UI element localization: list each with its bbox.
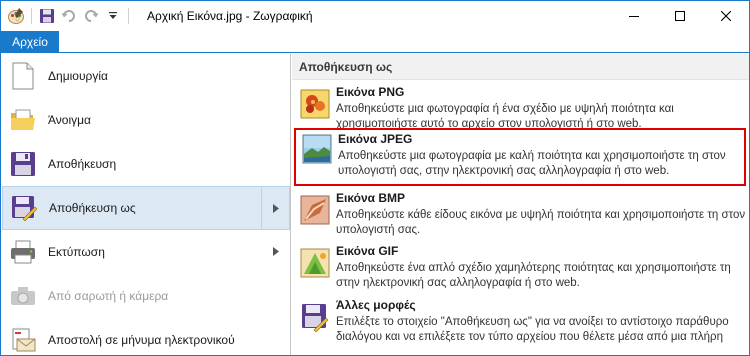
printer-icon <box>9 238 37 266</box>
menu-item-from-scanner: Από σαρωτή ή κάμερα <box>2 274 290 318</box>
menu-item-label: Αποθήκευση ως <box>49 201 136 215</box>
menu-item-open[interactable]: Άνοιγμα <box>2 98 290 142</box>
email-icon <box>9 326 37 354</box>
format-gif[interactable]: Εικόνα GIF Αποθηκεύστε ένα απλό σχέδιο χ… <box>292 244 749 298</box>
paint-palette-icon[interactable] <box>7 7 25 25</box>
folder-open-icon <box>9 106 37 134</box>
close-button[interactable] <box>703 1 749 31</box>
format-title: Εικόνα GIF <box>336 244 399 258</box>
maximize-icon <box>675 11 685 21</box>
toolbar-separator <box>31 8 32 24</box>
minimize-icon <box>629 16 639 17</box>
submenu-arrow[interactable] <box>261 187 289 229</box>
submenu-arrow[interactable] <box>262 230 290 272</box>
menu-item-label: Άνοιγμα <box>48 113 91 127</box>
floppy-icon <box>9 150 37 178</box>
save-as-icon <box>10 194 38 222</box>
dropdown-arrow-icon[interactable] <box>104 7 122 25</box>
floppy-icon[interactable] <box>38 7 56 25</box>
paint-window: Αρχική Εικόνα.jpg - Ζωγραφική Αρχείο Δημ… <box>0 0 750 356</box>
ribbon-tab-strip <box>59 31 749 53</box>
undo-icon[interactable] <box>60 7 78 25</box>
save-as-panel: Αποθήκευση ως Εικόνα PNG Αποθηκεύστε μια… <box>292 54 749 355</box>
menu-item-save[interactable]: Αποθήκευση <box>2 142 290 186</box>
bmp-image-icon <box>300 195 330 225</box>
format-description: Επιλέξτε το στοιχείο "Αποθήκευση ως" για… <box>336 316 729 343</box>
format-description: Αποθηκεύστε κάθε είδους εικόνα με υψηλή … <box>336 209 746 236</box>
menu-item-send-email[interactable]: Αποστολή σε μήνυμα ηλεκτρονικού <box>2 318 290 356</box>
format-bmp[interactable]: Εικόνα BMP Αποθηκεύστε κάθε είδους εικόν… <box>292 191 749 245</box>
camera-icon <box>9 282 37 310</box>
menu-item-print[interactable]: Εκτύπωση <box>2 230 290 274</box>
format-description: Αποθηκεύστε ένα απλό σχέδιο χαμηλότερης … <box>336 262 731 289</box>
png-image-icon <box>300 89 330 119</box>
file-tab[interactable]: Αρχείο <box>1 31 59 53</box>
menu-item-save-as[interactable]: Αποθήκευση ως <box>2 186 290 230</box>
chevron-right-icon <box>273 246 279 256</box>
new-document-icon <box>9 62 37 90</box>
format-title: Άλλες μορφές <box>336 298 416 312</box>
format-title: Εικόνα PNG <box>336 85 405 99</box>
maximize-button[interactable] <box>657 1 703 31</box>
menu-item-label: Δημιουργία <box>48 69 108 83</box>
close-icon <box>721 11 731 21</box>
menu-item-label: Εκτύπωση <box>48 245 105 259</box>
format-description: Αποθηκεύστε μια φωτογραφία με καλή ποιότ… <box>338 150 726 177</box>
redo-icon[interactable] <box>82 7 100 25</box>
panel-heading: Αποθήκευση ως <box>292 54 749 80</box>
title-bar: Αρχική Εικόνα.jpg - Ζωγραφική <box>1 1 749 31</box>
menu-item-label: Αποθήκευση <box>48 157 117 171</box>
menu-item-new[interactable]: Δημιουργία <box>2 54 290 98</box>
file-menu: Δημιουργία Άνοιγμα Αποθήκευση Αποθήκευση… <box>1 54 291 355</box>
other-formats-icon <box>300 302 330 333</box>
menu-item-label: Αποστολή σε μήνυμα ηλεκτρονικού <box>48 333 235 347</box>
gif-image-icon <box>300 248 330 278</box>
format-jpeg[interactable]: Εικόνα JPEG Αποθηκεύστε μια φωτογραφία μ… <box>294 128 746 186</box>
format-title: Εικόνα JPEG <box>338 132 413 146</box>
format-other[interactable]: Άλλες μορφές Επιλέξτε το στοιχείο "Αποθή… <box>292 298 749 352</box>
window-title: Αρχική Εικόνα.jpg - Ζωγραφική <box>147 9 313 23</box>
minimize-button[interactable] <box>611 1 657 31</box>
toolbar-separator <box>128 8 129 24</box>
chevron-right-icon <box>272 203 279 213</box>
format-title: Εικόνα BMP <box>336 191 406 205</box>
jpeg-image-icon <box>302 134 332 164</box>
menu-item-label: Από σαρωτή ή κάμερα <box>48 289 169 303</box>
quick-access-toolbar <box>7 7 135 25</box>
